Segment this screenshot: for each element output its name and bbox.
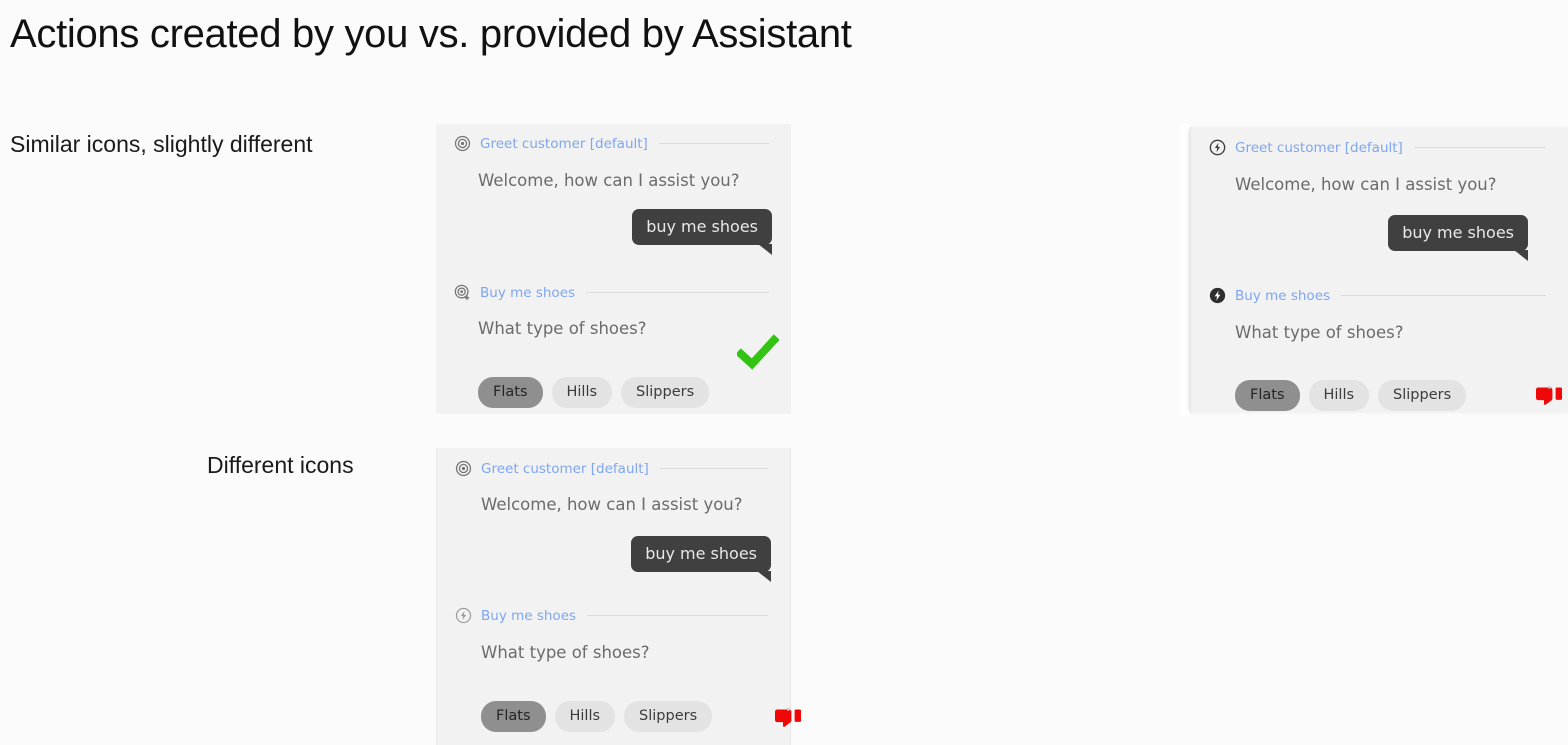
check-mark-icon — [735, 334, 780, 376]
section-title: Greet customer [default] — [481, 460, 649, 477]
thumbs-down-icon — [775, 708, 803, 742]
chat-preview-card-provided-by-assistant: Greet customer [default] Welcome, how ca… — [1190, 127, 1568, 413]
section-divider — [1413, 147, 1546, 148]
quick-reply-chips: Flats Hills Slippers — [481, 701, 713, 732]
bot-message: Welcome, how can I assist you? — [478, 171, 740, 190]
chip-flats[interactable]: Flats — [1235, 380, 1300, 411]
bot-message: What type of shoes? — [481, 643, 650, 662]
chat-preview-card-different-icons: Greet customer [default] Welcome, how ca… — [436, 448, 791, 745]
bot-message: What type of shoes? — [478, 319, 647, 338]
chip-slippers[interactable]: Slippers — [1378, 380, 1467, 411]
section-title: Greet customer [default] — [1235, 139, 1403, 156]
section-divider — [587, 615, 768, 616]
user-message-bubble: buy me shoes — [632, 209, 772, 255]
section-title: Greet customer [default] — [480, 135, 648, 152]
user-message-bubble: buy me shoes — [1388, 215, 1528, 261]
bolt-circle-filled-icon — [1209, 287, 1226, 304]
page-title: Actions created by you vs. provided by A… — [10, 12, 852, 56]
bot-message: Welcome, how can I assist you? — [481, 495, 743, 514]
row-label-similar-icons: Similar icons, slightly different — [10, 131, 313, 157]
section-title: Buy me shoes — [481, 607, 577, 624]
section-header-buy-me-shoes[interactable]: Buy me shoes — [455, 607, 772, 624]
quick-reply-chips: Flats Hills Slippers — [478, 377, 710, 408]
section-header-greet-customer[interactable]: Greet customer [default] — [454, 135, 773, 152]
thumbs-down-icon — [1536, 386, 1564, 420]
section-divider — [659, 468, 768, 469]
quick-reply-chips: Flats Hills Slippers — [1235, 380, 1467, 411]
card-left-gutter — [1180, 124, 1190, 416]
chip-flats[interactable]: Flats — [481, 701, 546, 732]
section-title: Buy me shoes — [480, 284, 576, 301]
bolt-circle-outline-icon — [1209, 139, 1226, 156]
chip-slippers[interactable]: Slippers — [624, 701, 713, 732]
target-circle-icon — [455, 460, 472, 477]
section-header-buy-me-shoes[interactable]: Buy me shoes — [1209, 287, 1550, 304]
bot-message: Welcome, how can I assist you? — [1235, 175, 1497, 194]
bolt-circle-outline-light-icon — [455, 607, 472, 624]
chip-hills[interactable]: Hills — [554, 701, 616, 732]
chip-hills[interactable]: Hills — [1308, 380, 1370, 411]
section-title: Buy me shoes — [1235, 287, 1331, 304]
section-divider — [1341, 295, 1546, 296]
target-circle-plus-icon — [454, 284, 471, 301]
chip-slippers[interactable]: Slippers — [621, 377, 710, 408]
row-label-different-icons: Different icons — [207, 452, 354, 478]
section-header-greet-customer[interactable]: Greet customer [default] — [455, 460, 772, 477]
section-header-greet-customer[interactable]: Greet customer [default] — [1209, 139, 1550, 156]
user-message-bubble: buy me shoes — [631, 536, 771, 582]
chip-flats[interactable]: Flats — [478, 377, 543, 408]
section-divider — [586, 292, 769, 293]
target-circle-icon — [454, 135, 471, 152]
bot-message: What type of shoes? — [1235, 323, 1404, 342]
section-divider — [658, 143, 769, 144]
section-header-buy-me-shoes[interactable]: Buy me shoes — [454, 284, 773, 301]
chip-hills[interactable]: Hills — [551, 377, 613, 408]
